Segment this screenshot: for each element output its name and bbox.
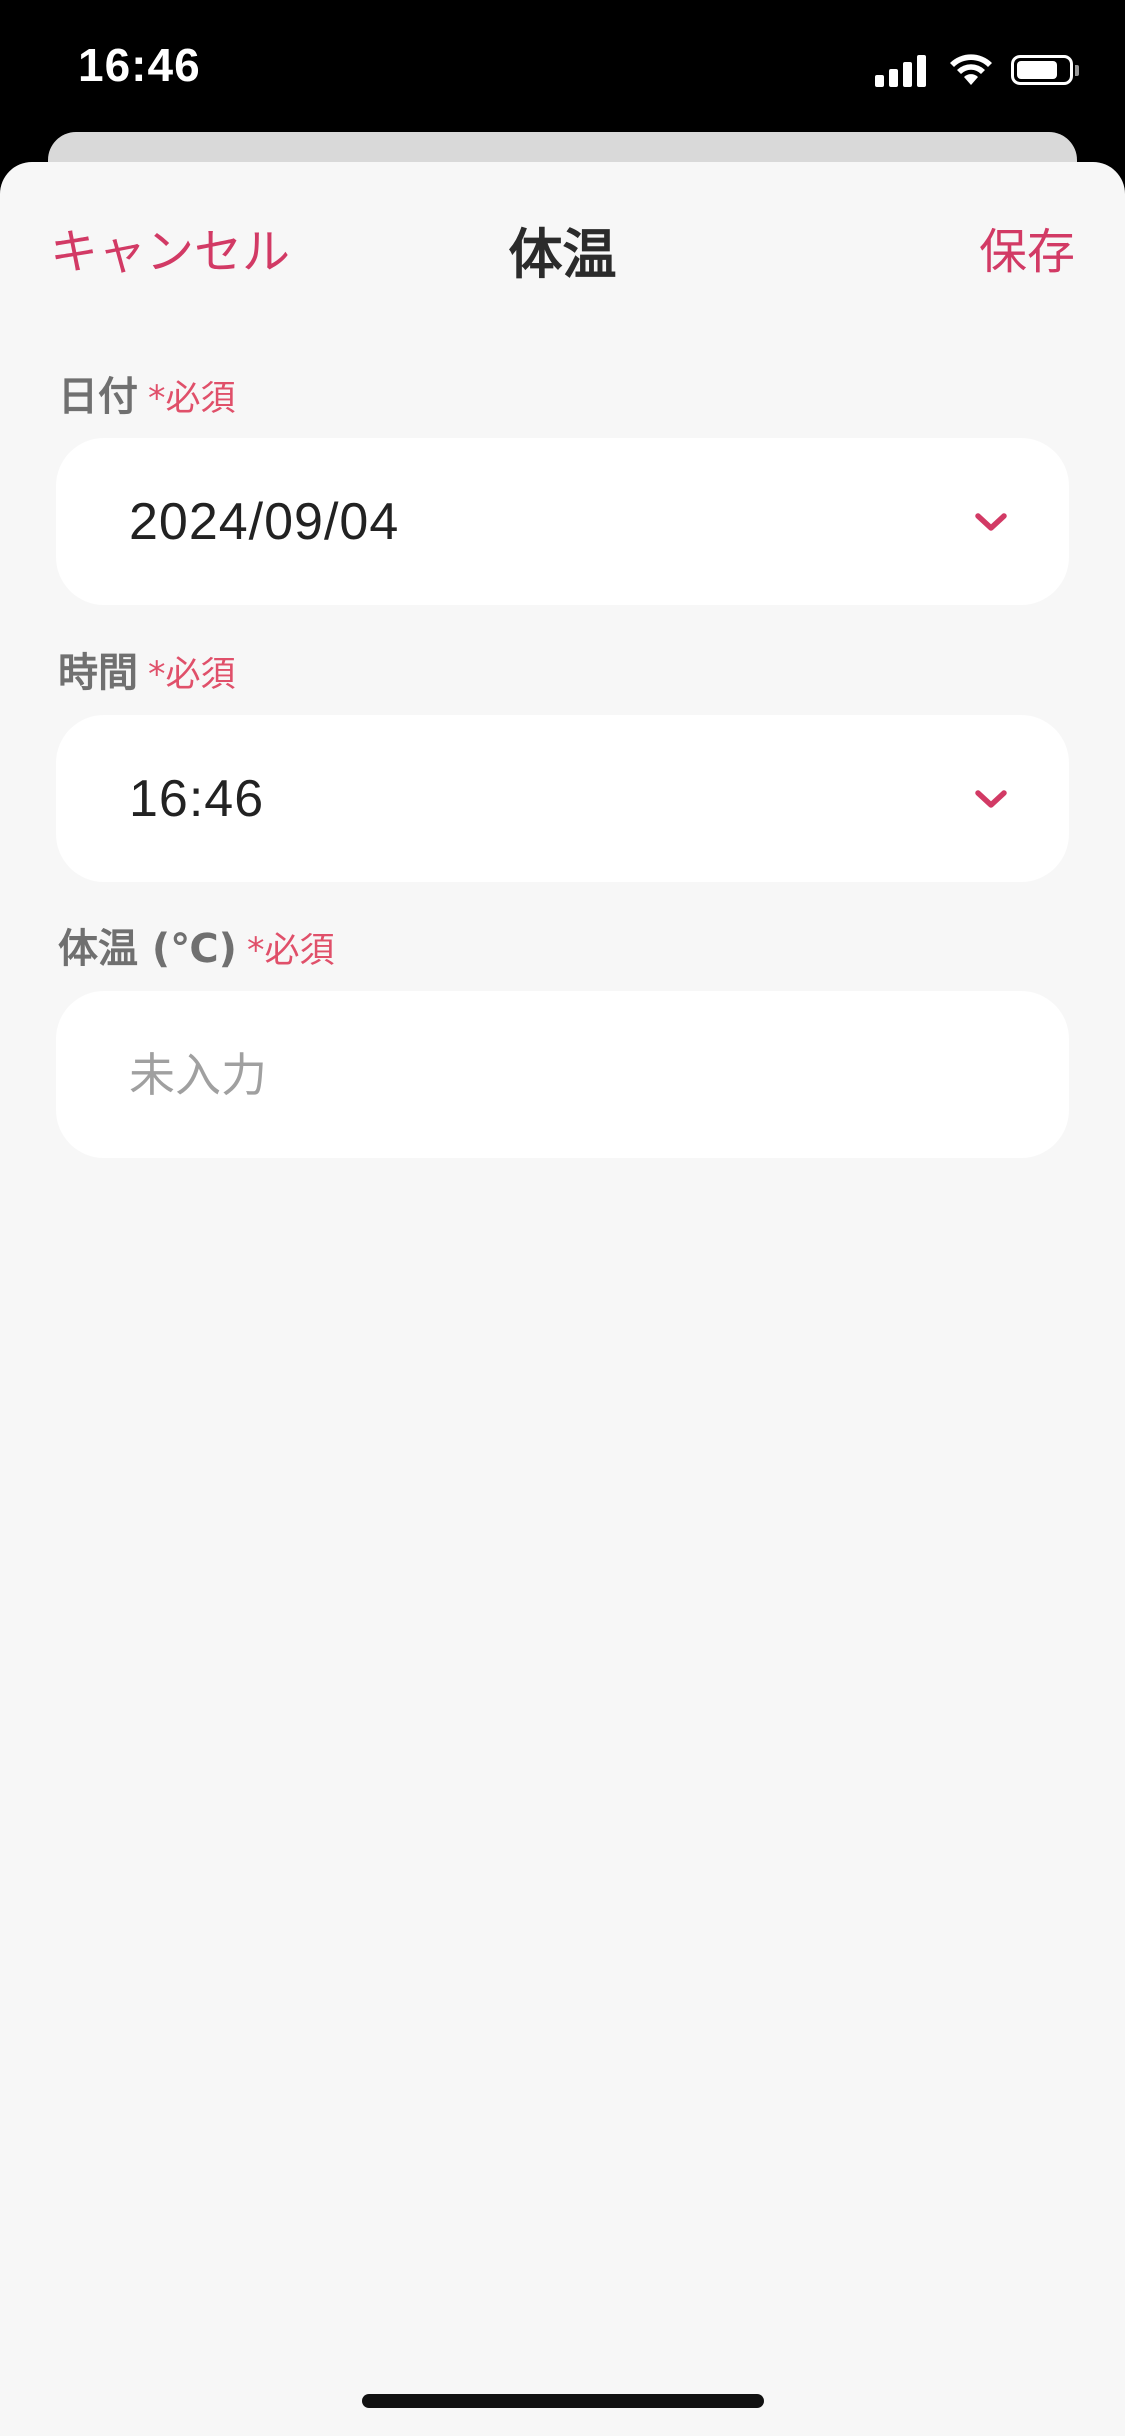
home-indicator [362, 2394, 764, 2408]
wifi-icon [950, 54, 992, 85]
date-value: 2024/09/04 [129, 492, 400, 551]
status-time: 16:46 [78, 39, 201, 91]
nav-bar: キャンセル 体温 保存 [0, 162, 1125, 332]
date-field-label: 日付 *必須 [58, 364, 236, 422]
battery-icon [1011, 55, 1079, 85]
time-value: 16:46 [129, 769, 265, 828]
status-icons [875, 48, 1079, 92]
date-picker-field[interactable]: 2024/09/04 [56, 438, 1069, 605]
page-title: 体温 [508, 223, 617, 286]
time-required-mark: *必須 [148, 655, 236, 695]
temperature-field-label: 体温 (℃) *必須 [58, 916, 334, 974]
date-label-text: 日付 [58, 374, 138, 420]
time-field-label: 時間 *必須 [58, 640, 236, 698]
modal-sheet: キャンセル 体温 保存 日付 *必須 2024/09/04 時間 *必須 16:46… [0, 162, 1125, 2436]
status-bar: 16:46 [0, 0, 1125, 135]
save-button[interactable]: 保存 [979, 212, 1075, 282]
temperature-label-text: 体温 (℃) [58, 926, 237, 972]
date-required-mark: *必須 [148, 379, 236, 419]
time-picker-field[interactable]: 16:46 [56, 715, 1069, 882]
screen: 16:46 キャンセル 体温 保存 日付 *必須 2024/09/04 時間 *… [0, 0, 1125, 2436]
temperature-required-mark: *必須 [246, 931, 335, 971]
cellular-signal-icon [875, 53, 931, 87]
chevron-down-icon [975, 789, 1007, 808]
temperature-field[interactable] [56, 991, 1069, 1158]
time-label-text: 時間 [58, 650, 138, 696]
battery-level [1017, 61, 1057, 79]
chevron-down-icon [975, 512, 1007, 531]
temperature-input[interactable] [129, 1047, 989, 1102]
